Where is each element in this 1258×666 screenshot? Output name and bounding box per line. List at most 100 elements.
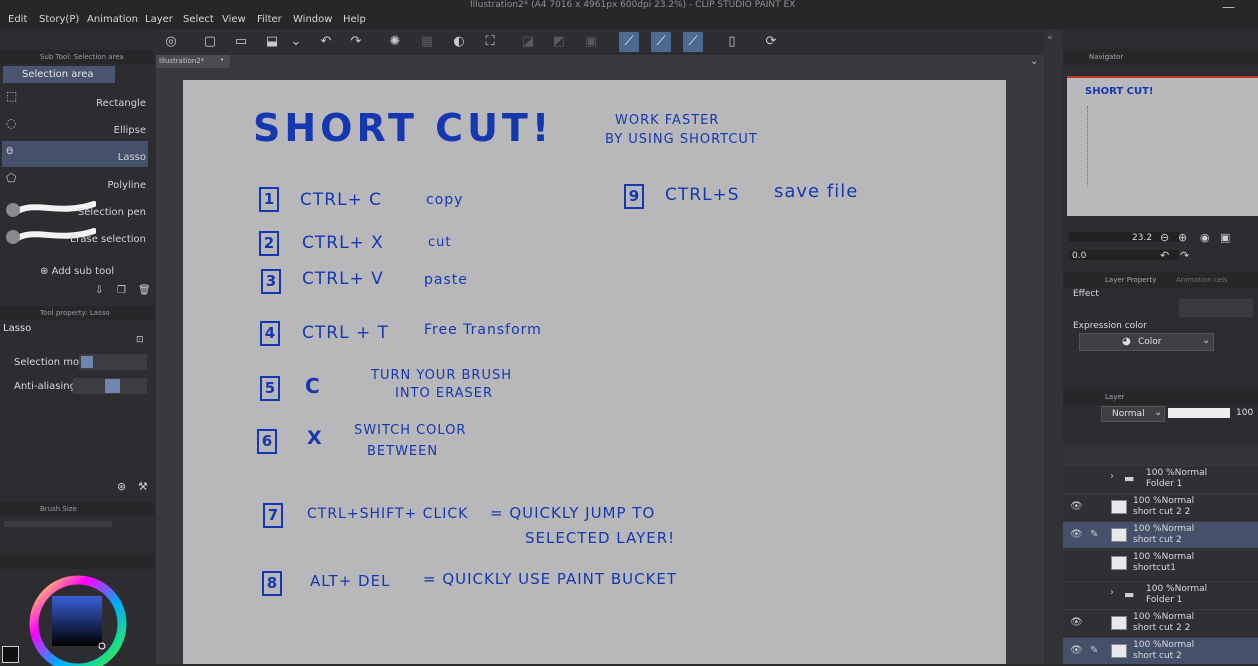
- eye-icon[interactable]: 👁: [1070, 529, 1083, 540]
- tab-animation-cels[interactable]: Animation cels: [1176, 276, 1228, 284]
- zoom-in-icon[interactable]: ⊕: [1178, 231, 1187, 244]
- layer-thumbnail: [1111, 528, 1127, 542]
- transform-icon[interactable]: ⛶: [480, 32, 500, 52]
- menu-select[interactable]: Select: [183, 14, 214, 25]
- subtool-lasso[interactable]: ɵ Lasso: [2, 141, 148, 167]
- new-file-icon[interactable]: ▢: [200, 32, 220, 52]
- document-tab[interactable]: Illustration2* •: [156, 55, 230, 68]
- subtool-polyline[interactable]: ⬠ Polyline: [2, 169, 148, 195]
- layer-row[interactable]: 👁 100 %Normal short cut 2 2: [1063, 493, 1258, 520]
- layer-name: short cut 2: [1133, 651, 1182, 661]
- eye-icon[interactable]: 👁: [1070, 501, 1083, 512]
- rotate-left-icon[interactable]: ↶: [1160, 249, 1169, 262]
- zoom-value: 23.2: [1132, 233, 1153, 243]
- rotate-right-icon[interactable]: ↷: [1180, 249, 1189, 262]
- pen-icon: ✎: [1090, 645, 1099, 656]
- color-wheel[interactable]: [28, 574, 128, 666]
- layer-row[interactable]: 👁 ✎ 100 %Normal short cut 2: [1063, 637, 1258, 664]
- pen-icon: ✎: [1090, 529, 1099, 540]
- panel-collapse-strip[interactable]: «: [1044, 29, 1063, 664]
- redo-icon[interactable]: ↷: [346, 32, 366, 52]
- item-desc: SWITCH COLOR: [354, 423, 467, 438]
- chevron-right-icon[interactable]: ›: [1110, 587, 1114, 598]
- save-icon[interactable]: ⬓: [262, 32, 282, 52]
- subtool-rectangle[interactable]: ⬚ Rectangle: [2, 87, 148, 113]
- expression-color-select[interactable]: ◕ Color ⌄: [1079, 333, 1214, 351]
- menu-help[interactable]: Help: [343, 14, 366, 25]
- copy-icon[interactable]: ❐: [117, 285, 126, 296]
- fill-icon[interactable]: ◐: [449, 32, 469, 52]
- eye-icon[interactable]: 👁: [1070, 617, 1083, 628]
- layer-row[interactable]: 👁 ✎ 100 %Normal short cut 2: [1063, 521, 1258, 548]
- minimize-icon[interactable]: —: [1222, 0, 1235, 15]
- loading-icon[interactable]: ✺: [385, 32, 405, 52]
- canvas-paper[interactable]: SHORT CUT! WORK FASTER BY USING SHORTCUT…: [183, 80, 1006, 664]
- brush-size-preview[interactable]: [4, 521, 112, 527]
- snap-special-ruler-icon[interactable]: ⟋: [651, 32, 671, 52]
- main-color-swatch[interactable]: [2, 646, 19, 663]
- sub-tool-group-tab[interactable]: Selection area: [3, 66, 115, 83]
- lock-icon[interactable]: ⊡: [136, 335, 144, 345]
- opacity-slider[interactable]: [1168, 408, 1230, 418]
- menu-animation[interactable]: Animation: [87, 14, 138, 25]
- snap-ruler-icon[interactable]: ⟋: [619, 32, 639, 52]
- expression-color-label: Expression color: [1073, 321, 1147, 331]
- new-selection-icon[interactable]: [81, 356, 93, 368]
- color-panel-tabs: [0, 553, 154, 569]
- subtool-ellipse[interactable]: ◌ Ellipse: [2, 114, 148, 140]
- layer-thumbnail: [1111, 644, 1127, 658]
- blend-mode-select[interactable]: Normal ⌄: [1101, 406, 1165, 422]
- chevron-left-icon[interactable]: «: [1047, 33, 1053, 43]
- layer-row[interactable]: 100 %Normal shortcut1: [1063, 549, 1258, 576]
- wrench-icon[interactable]: ⚒: [138, 480, 148, 493]
- chevron-right-icon[interactable]: ›: [1110, 471, 1114, 482]
- anti-aliasing-medium-icon[interactable]: [105, 379, 120, 393]
- open-folder-icon[interactable]: ▭: [231, 32, 251, 52]
- layer-folder-row[interactable]: › ▬ 100 %Normal Folder 1: [1063, 465, 1258, 492]
- deselect-icon[interactable]: ◪: [518, 32, 538, 52]
- download-icon[interactable]: ⇩: [95, 285, 103, 296]
- device-icon[interactable]: ▯: [722, 32, 742, 52]
- reset-icon[interactable]: ⊛: [117, 480, 126, 493]
- menu-view[interactable]: View: [222, 14, 246, 25]
- clip-studio-icon[interactable]: ◎: [161, 32, 181, 52]
- effect-buttons[interactable]: [1179, 299, 1253, 317]
- subtool-selection-pen[interactable]: Selection pen: [2, 196, 148, 222]
- layer-toolbar-1[interactable]: [1063, 427, 1258, 445]
- menu-story[interactable]: Story(P): [39, 14, 79, 25]
- snap-grid-icon[interactable]: ⟋: [683, 32, 703, 52]
- invert-selection-icon[interactable]: ◩: [549, 32, 569, 52]
- layer-blend-info: 100 %Normal: [1133, 612, 1195, 622]
- undo-icon[interactable]: ↶: [316, 32, 336, 52]
- menu-bar: Edit Story(P) Animation Layer Select Vie…: [0, 0, 1258, 29]
- menu-layer[interactable]: Layer: [145, 14, 173, 25]
- zoom-out-icon[interactable]: ⊖: [1160, 231, 1169, 244]
- layer-row[interactable]: 👁 100 %Normal short cut 2 2: [1063, 609, 1258, 636]
- companion-icon[interactable]: ⟳: [761, 32, 781, 52]
- menu-window[interactable]: Window: [293, 14, 332, 25]
- clear-icon[interactable]: ▦: [417, 32, 437, 52]
- menu-filter[interactable]: Filter: [257, 14, 282, 25]
- tab-layer-property[interactable]: Layer Property: [1105, 276, 1156, 284]
- selection-mode-buttons[interactable]: [79, 354, 147, 370]
- chevron-down-icon[interactable]: ⌄: [286, 32, 306, 52]
- anti-aliasing-buttons[interactable]: [73, 378, 147, 394]
- layer-name: Folder 1: [1146, 595, 1183, 605]
- layer-thumbnail: [1111, 616, 1127, 630]
- chevron-down-icon[interactable]: ⌄: [1030, 56, 1038, 67]
- layer-toolbar-2[interactable]: [1063, 445, 1258, 465]
- subtool-erase-selection[interactable]: Erase selection: [2, 223, 148, 249]
- fit-width-icon[interactable]: ▣: [1220, 231, 1230, 244]
- fit-icon[interactable]: ◉: [1200, 231, 1210, 244]
- layer-folder-row[interactable]: › ▬ 100 %Normal Folder 1: [1063, 581, 1258, 608]
- item-desc: TURN YOUR BRUSH: [371, 368, 512, 383]
- close-icon[interactable]: •: [220, 56, 224, 64]
- add-sub-tool-button[interactable]: ⊕ Add sub tool: [40, 266, 114, 277]
- eye-icon[interactable]: 👁: [1070, 645, 1083, 656]
- item-desc: save file: [774, 181, 859, 202]
- navigator-preview[interactable]: SHORT CUT!: [1067, 76, 1258, 216]
- menu-edit[interactable]: Edit: [8, 14, 27, 25]
- layer-blend-info: 100 %Normal: [1146, 584, 1208, 594]
- crop-icon[interactable]: ▣: [581, 32, 601, 52]
- trash-icon[interactable]: 🗑: [138, 285, 151, 296]
